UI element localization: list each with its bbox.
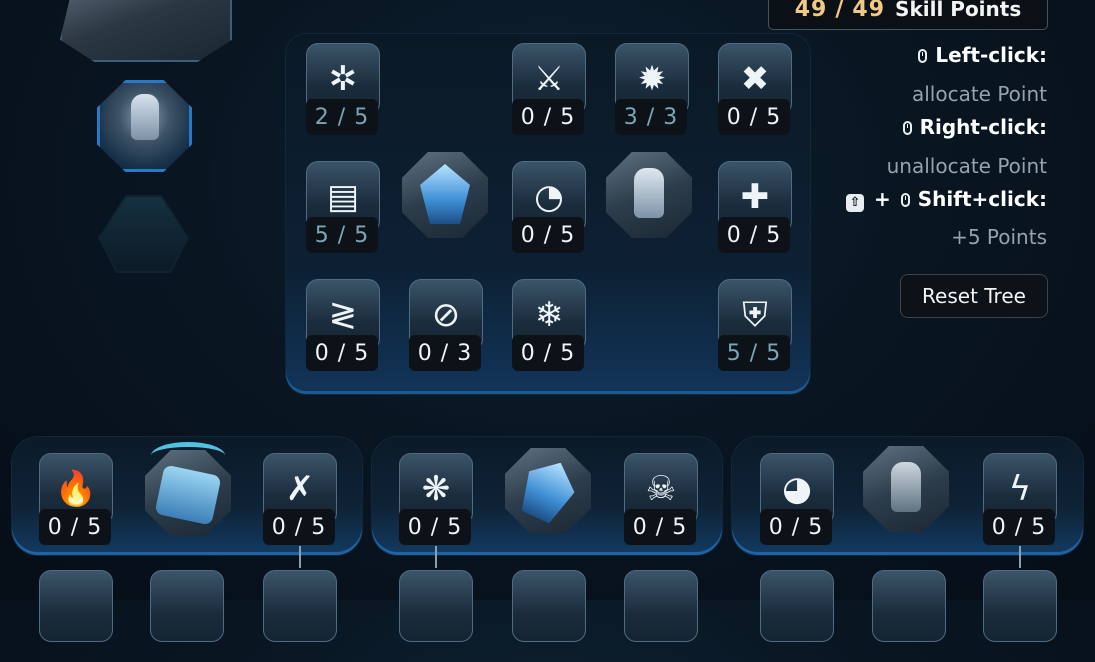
skill-cancel-node[interactable]: ⊘ 0 / 3	[409, 279, 483, 371]
frost-shard-ultimate-icon[interactable]	[505, 448, 591, 534]
skill-cross-node[interactable]: ✖ 0 / 5	[718, 43, 792, 135]
skill-point-count: 0 / 5	[39, 509, 111, 545]
skill-point-count: 0 / 5	[983, 509, 1055, 545]
hero-portrait-frame	[97, 80, 192, 172]
shift-click-hint: ⇧ + Shift+click:	[845, 187, 1047, 212]
mouse-icon	[900, 193, 910, 207]
gasmask-ultimate-icon[interactable]	[863, 446, 949, 532]
skill-points-box: 49 / 49 Skill Points	[768, 0, 1048, 30]
skill-point-count: 0 / 5	[512, 99, 584, 135]
skill-grenade-node[interactable]: ◔ 0 / 5	[512, 161, 586, 253]
skill-point-count: 5 / 5	[306, 217, 378, 253]
left-click-desc: allocate Point	[911, 82, 1047, 106]
right-click-desc: unallocate Point	[886, 154, 1047, 178]
crystal-ultimate-icon[interactable]	[402, 152, 488, 238]
skull-burst-node[interactable]: ☠ 0 / 5	[624, 453, 698, 545]
skill-point-count: 3 / 3	[615, 99, 687, 135]
skill-point-count: 0 / 5	[512, 217, 584, 253]
lower-skill-icon	[263, 570, 337, 642]
grenade-fire-node[interactable]: ◕ 0 / 5	[760, 453, 834, 545]
lower-skill-node[interactable]	[512, 570, 586, 662]
shift-click-desc: +5 Points	[951, 225, 1047, 249]
skill-point-count: 0 / 5	[760, 509, 832, 545]
frost-cross-node[interactable]: ❋ 0 / 5	[399, 453, 473, 545]
lower-skill-node[interactable]	[760, 570, 834, 662]
locked-ability-icon	[60, 0, 232, 62]
tree-connector	[299, 546, 301, 568]
tree-connector	[1019, 546, 1021, 568]
right-click-label: Right-click:	[919, 115, 1047, 139]
lower-skill-node[interactable]	[624, 570, 698, 662]
skill-zigzag-node[interactable]: ≷ 0 / 5	[306, 279, 380, 371]
lower-skill-icon	[760, 570, 834, 642]
lower-skill-icon	[983, 570, 1057, 642]
skill-burst-node[interactable]: ✹ 3 / 3	[615, 43, 689, 135]
skill-points-label: Skill Points	[895, 0, 1022, 21]
lower-skill-icon	[872, 570, 946, 642]
ice-cube-ultimate-icon[interactable]	[145, 442, 231, 536]
tree-connector	[435, 546, 437, 568]
empty-slot-icon[interactable]	[100, 197, 187, 271]
skill-points-total: 49	[852, 0, 886, 22]
mouse-icon	[918, 49, 928, 63]
shift-key-icon: ⇧	[845, 194, 864, 212]
skill-gear-node[interactable]: ✲ 2 / 5	[306, 43, 380, 135]
skill-point-count: 0 / 5	[263, 509, 335, 545]
lower-skill-node[interactable]	[263, 570, 337, 662]
right-click-hint: Right-click:	[902, 115, 1047, 139]
skill-point-count: 0 / 5	[624, 509, 696, 545]
skill-point-count: 2 / 5	[306, 99, 378, 135]
skill-armor-node[interactable]: ⛨ 5 / 5	[718, 279, 792, 371]
skill-barrier-node[interactable]: ▤ 5 / 5	[306, 161, 380, 253]
skill-point-count: 5 / 5	[718, 335, 790, 371]
skill-point-count: 0 / 5	[718, 99, 790, 135]
mouse-icon	[902, 121, 912, 135]
lower-skill-icon	[150, 570, 224, 642]
lower-skill-icon	[39, 570, 113, 642]
lower-skill-node[interactable]	[983, 570, 1057, 662]
skill-point-count: 0 / 5	[306, 335, 378, 371]
lower-skill-icon	[512, 570, 586, 642]
lower-skill-icon	[399, 570, 473, 642]
left-click-hint: Left-click:	[918, 43, 1047, 67]
lower-skill-node[interactable]	[872, 570, 946, 662]
lightning-cross-node[interactable]: ϟ 0 / 5	[983, 453, 1057, 545]
reset-tree-button[interactable]: Reset Tree	[900, 274, 1048, 318]
skill-missile-node[interactable]: ⚔ 0 / 5	[512, 43, 586, 135]
lower-skill-node[interactable]	[39, 570, 113, 662]
skill-point-count: 0 / 5	[718, 217, 790, 253]
plus-sign: +	[873, 187, 891, 211]
fire-zigzag-node[interactable]: 🔥 0 / 5	[39, 453, 113, 545]
left-click-label: Left-click:	[935, 43, 1047, 67]
skill-medic-node[interactable]: ✚ 0 / 5	[718, 161, 792, 253]
lower-skill-node[interactable]	[399, 570, 473, 662]
shift-click-label: Shift+click:	[917, 187, 1047, 211]
fire-cross-node[interactable]: ✗ 0 / 5	[263, 453, 337, 545]
lower-skill-node[interactable]	[150, 570, 224, 662]
skill-frost-node[interactable]: ❄ 0 / 5	[512, 279, 586, 371]
skill-point-count: 0 / 3	[409, 335, 481, 371]
skill-point-count: 0 / 5	[399, 509, 471, 545]
lower-skill-icon	[624, 570, 698, 642]
hero-ultimate-icon[interactable]	[606, 152, 692, 238]
skill-points-separator: /	[835, 0, 845, 22]
skill-point-count: 0 / 5	[512, 335, 584, 371]
skill-points-current: 49	[794, 0, 828, 22]
